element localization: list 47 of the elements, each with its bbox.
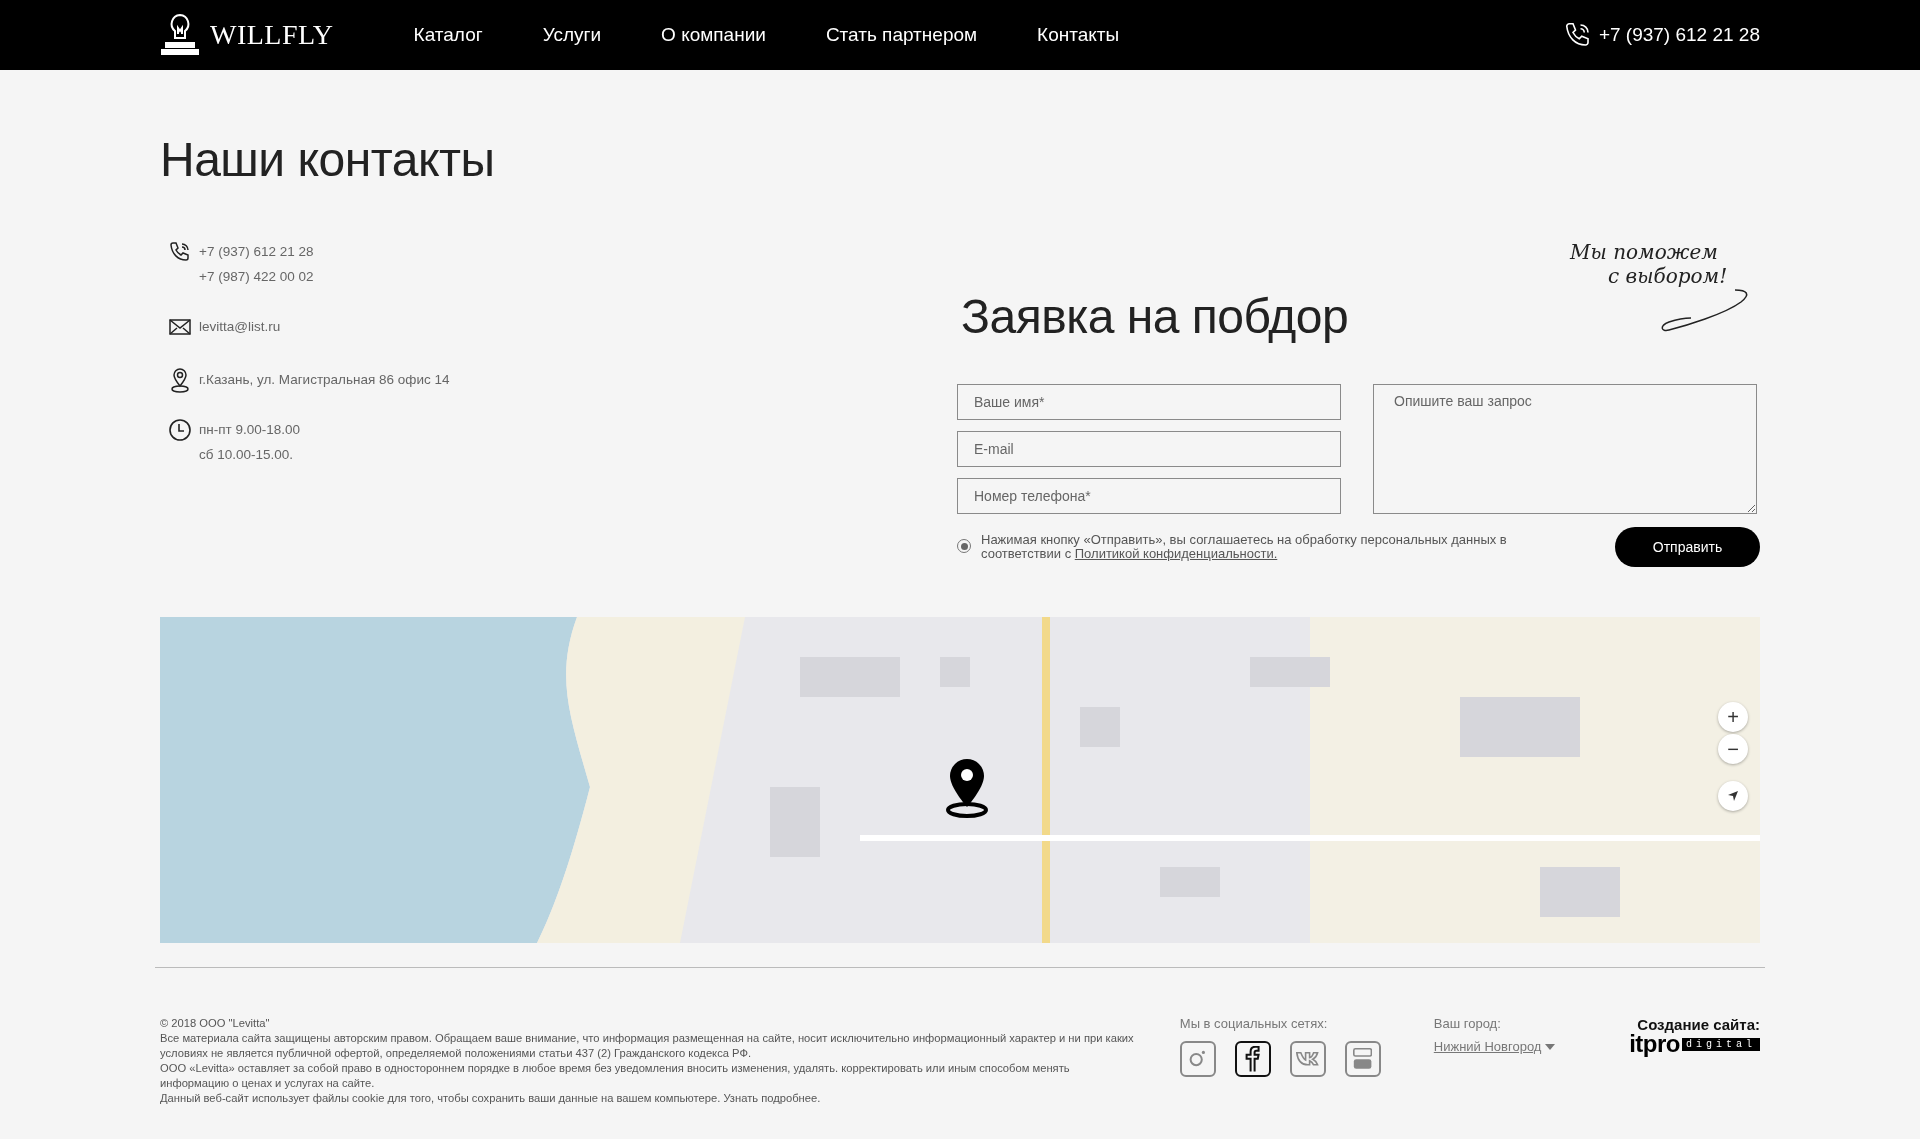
contact-text: пн-пт 9.00-18.00 (199, 421, 301, 439)
form-title: Заявка на побдор (961, 289, 1349, 344)
navigation-arrow-icon (1727, 790, 1739, 802)
header-phone[interactable]: +7 (937) 612 21 28 (1598, 24, 1760, 46)
developer-logo-text[interactable]: itpro (1629, 1033, 1680, 1055)
caret-icon (1545, 1043, 1556, 1050)
text-field[interactable]: Ваше имя* (957, 384, 1341, 420)
contact-text: сб 10.00-15.00. (199, 446, 294, 464)
city-label: Ваш город: (1433, 1016, 1501, 1031)
video-icon (1353, 1048, 1373, 1070)
privacy-policy-link[interactable]: Политикой конфиденциальности. (1074, 546, 1278, 561)
consent-text: Нажимая кнопку «Отправить», вы соглашаетесь на обработку персональных данных в соответствии с Политикой конфиденциальности. (981, 533, 1508, 561)
legal-text: Все материала сайта защищены авторским правом. Обращаем ваше внимание, что информация размещенная на сайте, носит исключительно информационный характер и ни при каких условиях не является публичной офертой, определяемой положениями статьи 437 (2) Гражданского кодекса РФ. (160, 1031, 1135, 1061)
clock-icon (167, 417, 192, 442)
camera-icon (1189, 1050, 1207, 1068)
request-textarea[interactable]: Опишите ваш запрос (1373, 384, 1757, 514)
text-field[interactable]: Номер телефона* (957, 478, 1341, 514)
nav-link[interactable]: Стать партнером (795, 24, 1008, 46)
page-title: Наши контакты (160, 132, 496, 188)
envelope-icon (168, 318, 191, 335)
handwritten-tagline: Мы поможем (1570, 240, 1718, 264)
legal-text: © 2018 ООО "Levitta" (160, 1016, 271, 1031)
developer-logo-tag[interactable]: digital (1682, 1037, 1760, 1051)
social-label: Мы в социальных сетях: (1179, 1016, 1328, 1031)
nav-link[interactable]: О компании (631, 24, 796, 46)
social-button[interactable] (1234, 1041, 1271, 1077)
map-pin-icon (945, 757, 989, 819)
contact-text: +7 (987) 422 00 02 (199, 268, 314, 286)
contact-text: г.Казань, ул. Магистральная 86 офис 14 (199, 371, 450, 389)
handwritten-tagline: с выбором! (1608, 264, 1728, 288)
location-pin-icon (169, 366, 190, 393)
logo-text[interactable]: WILLFLY (210, 19, 334, 51)
contact-text: levitta@list.ru (199, 318, 281, 336)
phone-icon (167, 239, 192, 264)
lightbulb-logo-icon (160, 12, 200, 58)
submit-button[interactable]: Отправить (1615, 527, 1760, 567)
contact-text: +7 (937) 612 21 28 (199, 243, 314, 261)
nav-link[interactable]: Контакты (1007, 24, 1150, 46)
nav-link[interactable]: Услуги (512, 24, 632, 46)
vk-mark-icon (1296, 1051, 1320, 1067)
city-dropdown[interactable]: Нижний Новгород (1433, 1039, 1556, 1054)
legal-text: Данный веб-сайт использует файлы cookie для того, чтобы сохранить ваши данные на вашем компьютере. Узнать подробнее. (160, 1091, 822, 1106)
credit-label: Создание сайта: (1637, 1016, 1760, 1033)
letter-f-icon (1245, 1045, 1261, 1073)
nav-link[interactable]: Каталог (383, 24, 513, 46)
legal-text: ООО «Levitta» оставляет за собой право в одностороннем порядке в любое время без уведомления вносить изменения, удалять. корректировать или иным способом менять информацию о ценах и услугах на сайте. (160, 1061, 1071, 1091)
text-field[interactable]: E-mail (957, 431, 1341, 467)
